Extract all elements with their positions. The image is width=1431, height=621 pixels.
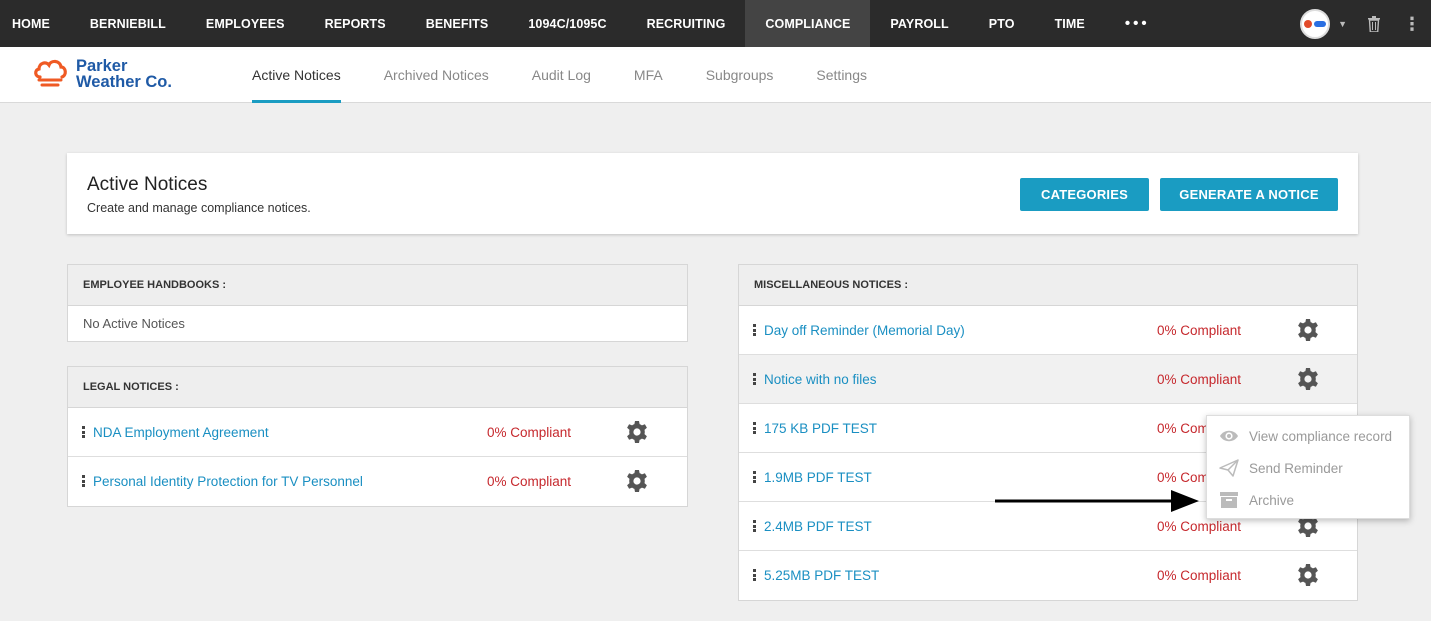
drag-handle-icon[interactable] — [753, 471, 756, 483]
legal-notices-panel: LEGAL NOTICES : NDA Employment Agreement… — [67, 366, 688, 507]
table-row: Day off Reminder (Memorial Day) 0% Compl… — [739, 306, 1357, 355]
cloud-logo-icon — [34, 59, 67, 87]
notice-link[interactable]: 175 KB PDF TEST — [764, 421, 877, 436]
annotation-arrow-icon — [995, 490, 1199, 512]
gear-icon[interactable] — [1296, 367, 1320, 391]
nav-pto[interactable]: PTO — [969, 0, 1035, 47]
drag-handle-icon[interactable] — [753, 324, 756, 336]
menu-item-send-reminder[interactable]: Send Reminder — [1219, 459, 1343, 477]
eye-icon — [1220, 430, 1238, 442]
page-title: Active Notices — [87, 174, 208, 195]
notice-link[interactable]: Notice with no files — [764, 372, 877, 387]
drag-handle-icon[interactable] — [753, 422, 756, 434]
tab-active-notices[interactable]: Active Notices — [252, 47, 341, 103]
page-header-card: Active Notices Create and manage complia… — [67, 153, 1358, 234]
empty-state: No Active Notices — [83, 316, 185, 331]
paper-plane-icon — [1219, 459, 1239, 477]
company-name-line2: Weather Co. — [76, 73, 172, 91]
nav-time[interactable]: TIME — [1035, 0, 1105, 47]
avatar-dot — [1304, 19, 1313, 28]
avatar-dot — [1314, 20, 1327, 27]
tab-subgroups[interactable]: Subgroups — [706, 47, 774, 103]
nav-home[interactable]: HOME — [0, 0, 70, 47]
trash-icon[interactable] — [1367, 15, 1381, 32]
notice-link[interactable]: 2.4MB PDF TEST — [764, 519, 872, 534]
nav-berniebill[interactable]: BERNIEBILL — [70, 0, 186, 47]
nav-recruiting[interactable]: RECRUITING — [627, 0, 746, 47]
sub-header: Parker Weather Co. Active Notices Archiv… — [0, 47, 1431, 103]
gear-icon[interactable] — [625, 469, 649, 493]
company-name: Parker Weather Co. — [76, 57, 172, 91]
notice-link[interactable]: 5.25MB PDF TEST — [764, 568, 879, 583]
company-logo[interactable]: Parker Weather Co. — [32, 57, 172, 91]
table-row: NDA Employment Agreement 0% Compliant — [68, 408, 687, 457]
menu-item-label: Send Reminder — [1249, 460, 1343, 476]
panel-title: MISCELLANEOUS NOTICES : — [739, 265, 1357, 306]
compliance-status: 0% Compliant — [487, 474, 572, 489]
menu-item-label: View compliance record — [1249, 428, 1393, 444]
top-navigation: HOME BERNIEBILL EMPLOYEES REPORTS BENEFI… — [0, 0, 1431, 47]
nav-more-menu[interactable]: ••• — [1105, 0, 1170, 47]
compliance-status: 0% Compliant — [1157, 322, 1242, 338]
notice-link[interactable]: Day off Reminder (Memorial Day) — [764, 323, 965, 338]
notice-link[interactable]: Personal Identity Protection for TV Pers… — [93, 474, 363, 489]
tab-audit-log[interactable]: Audit Log — [532, 47, 591, 103]
tab-settings[interactable]: Settings — [816, 47, 867, 103]
table-row: 5.25MB PDF TEST 0% Compliant — [739, 551, 1357, 600]
nav-reports[interactable]: REPORTS — [305, 0, 406, 47]
chevron-down-icon[interactable]: ▼ — [1338, 19, 1347, 29]
table-row: Personal Identity Protection for TV Pers… — [68, 457, 687, 506]
menu-item-archive[interactable]: Archive — [1219, 491, 1294, 509]
panel-title: EMPLOYEE HANDBOOKS : — [68, 265, 687, 306]
compliance-status: 0% Com — [1157, 469, 1209, 485]
nav-benefits[interactable]: BENEFITS — [406, 0, 509, 47]
compliance-status: 0% Compliant — [487, 424, 572, 440]
table-row: Notice with no files 0% Compliant — [739, 355, 1357, 404]
drag-handle-icon[interactable] — [82, 426, 85, 438]
nav-1094c-1095c[interactable]: 1094C/1095C — [508, 0, 626, 47]
generate-notice-button[interactable]: GENERATE A NOTICE — [1160, 178, 1338, 211]
page-subtitle: Create and manage compliance notices. — [87, 201, 311, 215]
panel-title: LEGAL NOTICES : — [68, 367, 687, 408]
menu-item-view-compliance-record[interactable]: View compliance record — [1219, 427, 1392, 445]
notice-link[interactable]: NDA Employment Agreement — [93, 425, 269, 440]
drag-handle-icon[interactable] — [753, 569, 756, 581]
gear-icon[interactable] — [1296, 318, 1320, 342]
gear-icon[interactable] — [1296, 563, 1320, 587]
user-controls: ▼ ⋮ — [1300, 0, 1431, 47]
gear-icon[interactable] — [625, 420, 649, 444]
nav-payroll[interactable]: PAYROLL — [870, 0, 968, 47]
compliance-status: 0% Compliant — [1157, 568, 1242, 583]
tab-mfa[interactable]: MFA — [634, 47, 663, 103]
nav-compliance[interactable]: COMPLIANCE — [745, 0, 871, 47]
drag-handle-icon[interactable] — [753, 520, 756, 532]
tab-archived-notices[interactable]: Archived Notices — [384, 47, 489, 103]
compliance-tabs: Active Notices Archived Notices Audit Lo… — [252, 47, 910, 103]
kebab-menu-icon[interactable]: ⋮ — [1403, 15, 1421, 33]
categories-button[interactable]: CATEGORIES — [1020, 178, 1149, 211]
avatar[interactable] — [1300, 8, 1331, 39]
nav-employees[interactable]: EMPLOYEES — [186, 0, 305, 47]
compliance-status: 0% Compliant — [1157, 518, 1242, 534]
company-name-line1: Parker — [76, 57, 128, 75]
notice-link[interactable]: 1.9MB PDF TEST — [764, 470, 872, 485]
drag-handle-icon[interactable] — [82, 475, 85, 487]
notice-actions-menu: View compliance record Send Reminder Arc… — [1206, 415, 1410, 519]
employee-handbooks-panel: EMPLOYEE HANDBOOKS : No Active Notices — [67, 264, 688, 342]
compliance-status: 0% Compliant — [1157, 371, 1242, 387]
menu-item-label: Archive — [1249, 492, 1295, 508]
archive-box-icon — [1220, 492, 1238, 508]
compliance-status: 0% Com — [1157, 420, 1209, 436]
drag-handle-icon[interactable] — [753, 373, 756, 385]
